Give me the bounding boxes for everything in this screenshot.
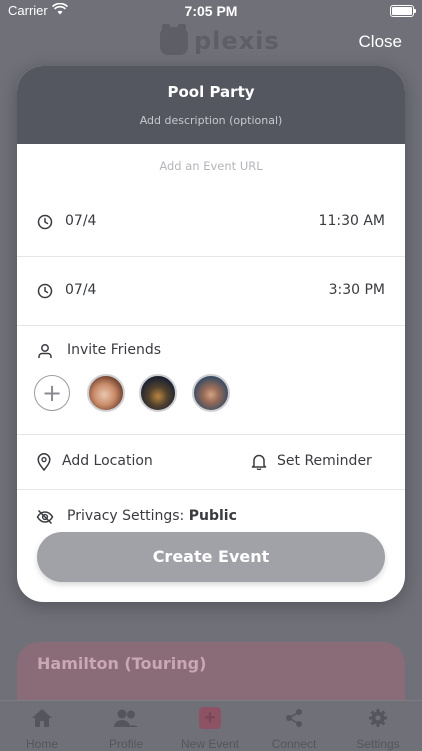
home-icon [0, 707, 84, 729]
end-datetime-row[interactable]: 07/4 3:30 PM [17, 257, 405, 326]
share-icon [252, 707, 336, 729]
add-location-button[interactable]: Add Location [62, 453, 153, 469]
privacy-settings-label: Privacy Settings: Public [67, 508, 237, 524]
clock-icon [37, 283, 53, 303]
logo-mark-icon [160, 24, 188, 55]
create-event-modal: Pool Party Add description (optional) Ad… [17, 66, 405, 602]
clock-icon [37, 214, 53, 234]
event-title[interactable]: Pool Party [17, 66, 405, 101]
modal-header: Pool Party Add description (optional) [17, 66, 405, 144]
end-time[interactable]: 3:30 PM [329, 282, 385, 298]
friend-avatar[interactable] [139, 374, 177, 412]
tab-label: Profile [108, 737, 143, 751]
set-reminder-button[interactable]: Set Reminder [277, 453, 372, 469]
tab-settings[interactable]: Settings [336, 701, 420, 751]
end-date[interactable]: 07/4 [65, 282, 96, 298]
location-reminder-row: Add Location Set Reminder [17, 435, 405, 490]
tab-label: Connect [271, 737, 317, 751]
logo-text: plexis [194, 27, 280, 55]
friend-avatar[interactable] [87, 374, 125, 412]
status-time: 7:05 PM [184, 3, 238, 19]
tab-label: Home [25, 737, 58, 751]
background-card-title: Hamilton (Touring) [37, 654, 207, 673]
background-event-card: Hamilton (Touring) [17, 642, 405, 702]
eye-off-icon [36, 509, 54, 529]
tab-connect[interactable]: Connect [252, 701, 336, 751]
tab-new-event[interactable]: + New Event [168, 701, 252, 751]
start-date[interactable]: 07/4 [65, 213, 96, 229]
tab-label: Settings [356, 737, 400, 751]
description-field[interactable]: Add description (optional) [17, 114, 405, 127]
tab-home[interactable]: Home [0, 701, 84, 751]
people-icon [84, 707, 168, 729]
plus-square-icon: + [168, 707, 252, 729]
privacy-value[interactable]: Public [189, 508, 237, 524]
friend-avatar[interactable] [192, 374, 230, 412]
tab-label: New Event [180, 737, 240, 751]
close-button[interactable]: Close [359, 32, 402, 52]
status-bar: Carrier 7:05 PM [0, 0, 422, 22]
tab-bar: Home Profile + New Event Connect Setting… [0, 700, 422, 751]
add-friend-button[interactable]: + [34, 375, 70, 411]
start-time[interactable]: 11:30 AM [319, 213, 385, 229]
tab-profile[interactable]: Profile [84, 701, 168, 751]
location-pin-icon [37, 453, 51, 475]
privacy-label-text: Privacy Settings: [67, 508, 185, 524]
invite-friends-section: Invite Friends + [17, 326, 405, 435]
app-logo: plexis [160, 24, 280, 56]
battery-icon [390, 5, 416, 17]
event-url-field[interactable]: Add an Event URL [17, 144, 405, 188]
person-icon [37, 343, 53, 363]
invite-friends-label: Invite Friends [67, 342, 162, 358]
create-event-button[interactable]: Create Event [37, 532, 385, 582]
start-datetime-row[interactable]: 07/4 11:30 AM [17, 188, 405, 257]
bell-icon [251, 453, 267, 474]
gear-icon [336, 707, 420, 729]
